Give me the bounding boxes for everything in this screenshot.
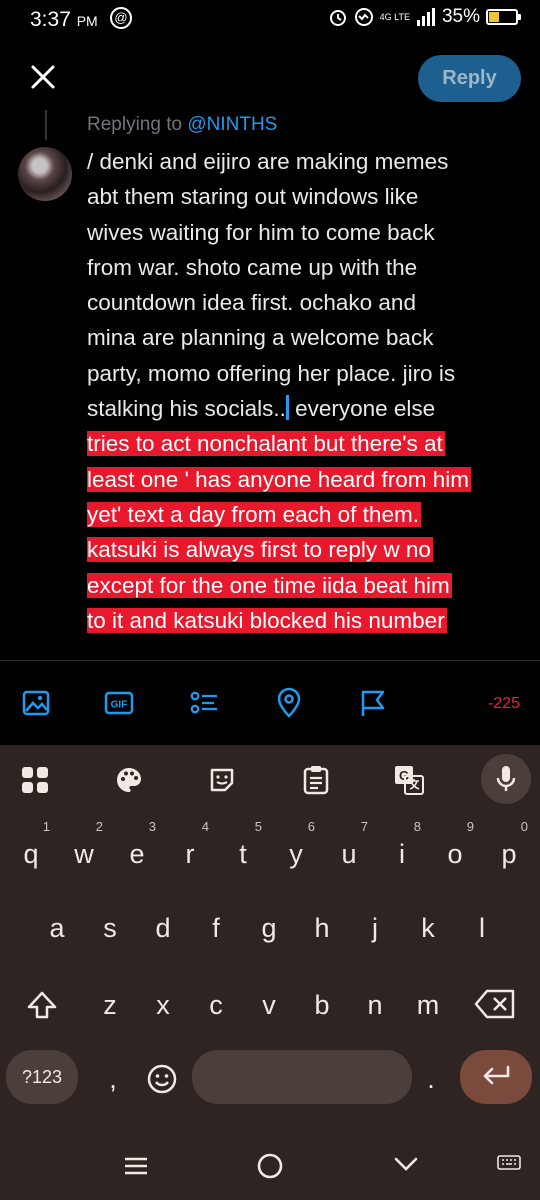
text-line: wives waiting for him to come back <box>87 219 435 245</box>
svg-text:GIF: GIF <box>111 700 128 711</box>
status-icons: 4G LTE 35% <box>328 6 521 28</box>
home-icon[interactable] <box>256 1152 284 1180</box>
text-line: abt them staring out windows like <box>87 184 419 210</box>
text-line: mina are planning a welcome back <box>87 325 434 351</box>
key-b[interactable]: b <box>297 974 347 1036</box>
text-line: countdown idea first. ochako and <box>87 290 416 316</box>
poll-icon[interactable] <box>188 687 220 719</box>
close-icon[interactable] <box>28 62 58 92</box>
key-i[interactable]: i8 <box>377 819 427 885</box>
recent-apps-icon[interactable] <box>123 1155 149 1177</box>
vpn-icon <box>354 8 373 26</box>
thread-line <box>45 110 47 140</box>
key-o[interactable]: o9 <box>430 819 480 885</box>
battery-percent: 35% <box>441 6 480 27</box>
text-line: stalking his socials.. everyone else <box>87 395 436 422</box>
text-line: from war. shoto came up with the <box>87 254 418 280</box>
avatar[interactable] <box>18 147 72 201</box>
key-c[interactable]: c <box>191 974 241 1036</box>
enter-key[interactable] <box>460 1050 532 1104</box>
key-a[interactable]: a <box>32 897 82 959</box>
key-s[interactable]: s <box>85 897 135 959</box>
symbols-key[interactable]: ?123 <box>6 1050 78 1104</box>
backspace-icon[interactable] <box>474 988 516 1020</box>
sticker-icon[interactable] <box>199 757 245 803</box>
shift-icon[interactable] <box>24 988 60 1024</box>
system-navigation-bar <box>0 1135 540 1200</box>
soft-keyboard: G <box>0 745 540 1200</box>
palette-icon[interactable] <box>106 757 152 803</box>
key-g[interactable]: g <box>244 897 294 959</box>
key-y[interactable]: y6 <box>271 819 321 885</box>
gif-icon[interactable]: GIF <box>103 687 135 719</box>
image-icon[interactable] <box>20 687 52 719</box>
overflow-text: yet' text a day from each of them. <box>87 501 421 527</box>
status-time: 3:37 PM <box>30 8 98 31</box>
emoji-icon[interactable] <box>146 1063 178 1095</box>
location-icon[interactable] <box>273 687 305 719</box>
translate-icon[interactable]: G <box>386 757 432 803</box>
key-w[interactable]: w2 <box>59 819 109 885</box>
key-t[interactable]: t5 <box>218 819 268 885</box>
overflow-text: least one ' has anyone heard from him <box>87 466 472 492</box>
hide-keyboard-icon[interactable] <box>393 1155 419 1173</box>
key-m[interactable]: m <box>403 974 453 1036</box>
text-line: / denki and eijiro are making memes <box>87 149 449 174</box>
threads-notification-icon: @ <box>110 7 132 29</box>
overflow-text: tries to act nonchalant but there's at <box>87 431 445 457</box>
character-counter: -225 <box>487 695 520 712</box>
key-q[interactable]: q1 <box>6 819 56 885</box>
text-line: party, momo offering her place. jiro is <box>87 360 456 386</box>
key-l[interactable]: l <box>457 897 507 959</box>
tweet-compose-field[interactable]: / denki and eijiro are making memes abt … <box>87 144 527 638</box>
replying-to: Replying to @NINTHS <box>87 114 278 134</box>
key-x[interactable]: x <box>138 974 188 1036</box>
key-h[interactable]: h <box>297 897 347 959</box>
key-e[interactable]: e3 <box>112 819 162 885</box>
flag-icon[interactable] <box>357 687 389 719</box>
overflow-text: to it and katsuki blocked his number <box>87 607 447 633</box>
key-k[interactable]: k <box>403 897 453 959</box>
mic-button[interactable] <box>481 754 531 804</box>
clipboard-icon[interactable] <box>293 757 339 803</box>
key-f[interactable]: f <box>191 897 241 959</box>
key-comma[interactable]: , <box>88 1050 138 1104</box>
apps-grid-icon[interactable] <box>12 757 58 803</box>
alarm-icon <box>329 10 346 26</box>
replying-to-handle[interactable]: @NINTHS <box>187 114 277 134</box>
key-u[interactable]: u7 <box>324 819 374 885</box>
keyboard-switch-icon[interactable] <box>497 1155 521 1173</box>
key-p[interactable]: p0 <box>484 819 534 885</box>
mic-icon <box>496 766 516 791</box>
enter-icon <box>483 1065 510 1085</box>
overflow-text: katsuki is always first to reply w no <box>87 537 433 563</box>
compose-toolbar: GIF -225 <box>0 680 540 728</box>
spacebar[interactable] <box>192 1050 412 1104</box>
network-type: 4G LTE <box>379 11 410 22</box>
key-r[interactable]: r4 <box>165 819 215 885</box>
key-z[interactable]: z <box>85 974 135 1036</box>
signal-icon <box>416 8 435 26</box>
overflow-text: except for the one time iida beat him <box>87 572 452 598</box>
key-d[interactable]: d <box>138 897 188 959</box>
key-v[interactable]: v <box>244 974 294 1036</box>
key-j[interactable]: j <box>350 897 400 959</box>
key-n[interactable]: n <box>350 974 400 1036</box>
battery-icon <box>486 9 521 25</box>
key-period[interactable]: . <box>406 1050 456 1104</box>
reply-button[interactable]: Reply <box>418 55 521 102</box>
status-bar: 3:37 PM @ 4G LTE 35% <box>0 0 540 40</box>
divider <box>0 660 540 661</box>
